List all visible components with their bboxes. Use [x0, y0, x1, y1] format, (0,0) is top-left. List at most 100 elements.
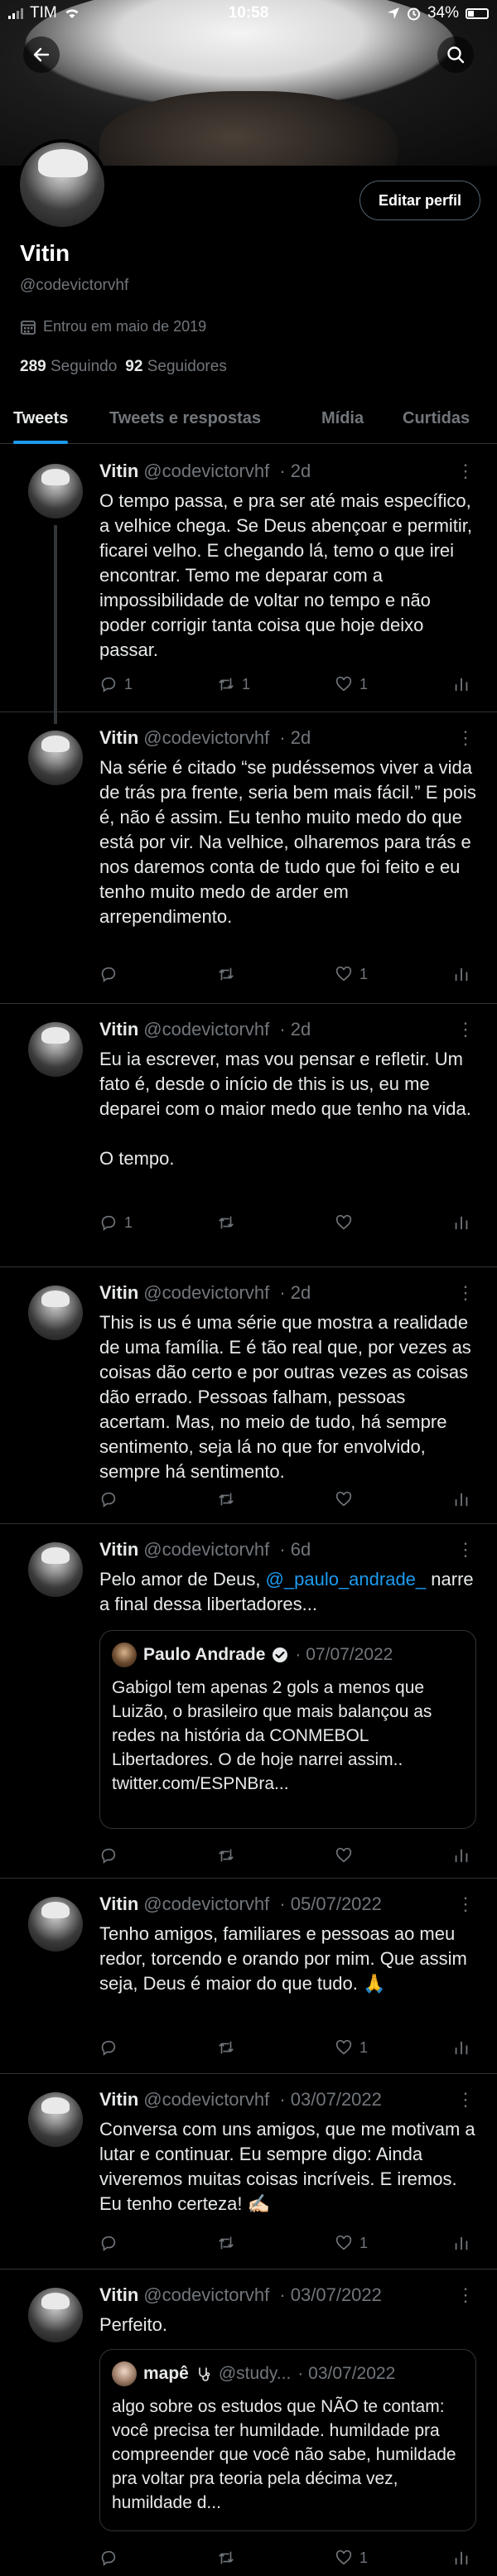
tweet-avatar[interactable] — [28, 1286, 83, 1340]
tweet[interactable]: Vitin @codevictorvhf · 05/07/2022 ⋮ Tenho… — [0, 1879, 497, 2074]
tweet[interactable]: Vitin @codevictorvhf · 2d ⋮ O tempo passa… — [0, 446, 497, 712]
analytics-button[interactable] — [452, 2038, 472, 2057]
retweet-button[interactable] — [217, 1846, 267, 1864]
search-button[interactable] — [437, 36, 474, 73]
more-options-icon[interactable]: ⋮ — [456, 1539, 475, 1561]
tweet-date[interactable]: · 2d — [279, 727, 311, 748]
reply-button[interactable] — [99, 2038, 149, 2057]
tweet-avatar[interactable] — [28, 1542, 83, 1597]
tab-tweets-e-respostas[interactable]: Tweets e respostas — [109, 393, 261, 444]
heart-icon — [335, 2039, 352, 2055]
tweet-date[interactable]: · 03/07/2022 — [279, 2284, 382, 2305]
edit-profile-button[interactable]: Editar perfil — [359, 181, 480, 220]
retweet-button[interactable] — [217, 1213, 267, 1232]
like-button[interactable] — [335, 1213, 384, 1232]
tweet-author-name[interactable]: Vitin — [99, 727, 138, 748]
analytics-button[interactable] — [452, 2234, 472, 2252]
tweet-date[interactable]: · 6d — [279, 1539, 311, 1560]
tweet[interactable]: Vitin @codevictorvhf · 03/07/2022 ⋮ Perfe… — [0, 2270, 497, 2576]
tweet[interactable]: Vitin @codevictorvhf · 6d ⋮ Pelo amor de … — [0, 1524, 497, 1879]
analytics-icon — [455, 1216, 468, 1230]
tweet-avatar[interactable] — [28, 2288, 83, 2342]
tweet-text: O tempo passa, e pra ser até mais especí… — [99, 490, 478, 660]
reply-button[interactable]: 1 — [99, 675, 149, 693]
tweet[interactable]: Vitin @codevictorvhf · 2d ⋮ This is us é … — [0, 1267, 497, 1524]
more-options-icon[interactable]: ⋮ — [456, 461, 475, 482]
back-button[interactable] — [23, 36, 60, 73]
tweet-date[interactable]: · 2d — [279, 461, 311, 481]
retweet-button[interactable] — [217, 965, 267, 983]
more-options-icon[interactable]: ⋮ — [456, 727, 475, 749]
tweet[interactable]: Vitin @codevictorvhf · 03/07/2022 ⋮ Conve… — [0, 2074, 497, 2270]
like-button[interactable] — [335, 1846, 384, 1864]
tweet-author-name[interactable]: Vitin — [99, 1539, 138, 1560]
followers-count: 92 — [125, 358, 143, 375]
reply-button[interactable] — [99, 2549, 149, 2567]
reply-icon — [101, 2236, 116, 2251]
more-options-icon[interactable]: ⋮ — [456, 1019, 475, 1040]
tweet-author-name[interactable]: Vitin — [99, 1019, 138, 1040]
following-link[interactable]: 289 Seguindo — [20, 358, 117, 376]
reply-count: 1 — [124, 675, 133, 692]
retweet-button[interactable] — [217, 2038, 267, 2057]
retweet-button[interactable]: 1 — [217, 675, 267, 693]
quoted-avatar — [112, 1643, 137, 1667]
followers-link[interactable]: 92 Seguidores — [125, 358, 227, 376]
tweet-date[interactable]: · 03/07/2022 — [279, 2089, 382, 2110]
retweet-button[interactable] — [217, 1490, 267, 1508]
tweet-author-name[interactable]: Vitin — [99, 2089, 138, 2110]
analytics-button[interactable] — [452, 1846, 472, 1864]
like-button[interactable]: 1 — [335, 2234, 384, 2252]
tweet-avatar[interactable] — [28, 464, 83, 519]
analytics-button[interactable] — [452, 675, 472, 693]
calendar-icon — [21, 320, 36, 335]
analytics-button[interactable] — [452, 965, 472, 983]
tweet-author-name[interactable]: Vitin — [99, 2284, 138, 2305]
tab-tweets[interactable]: Tweets — [13, 393, 69, 444]
tweet-author-handle: @codevictorvhf — [143, 461, 270, 481]
more-options-icon[interactable]: ⋮ — [456, 1893, 475, 1915]
tweet-date[interactable]: · 05/07/2022 — [279, 1893, 382, 1914]
reply-button[interactable] — [99, 1490, 149, 1508]
analytics-button[interactable] — [452, 2549, 472, 2567]
tweet-date[interactable]: · 2d — [279, 1282, 311, 1303]
tweet-avatar[interactable] — [28, 2092, 83, 2147]
reply-button[interactable] — [99, 1846, 149, 1864]
quoted-tweet[interactable]: mapê @study... · 03/07/2022 algo sobre o… — [99, 2349, 476, 2531]
tweet-author-name[interactable]: Vitin — [99, 461, 138, 481]
mention-link[interactable]: @_paulo_andrade_ — [266, 1569, 427, 1589]
tweet[interactable]: Vitin @codevictorvhf · 2d ⋮ Na série é ci… — [0, 712, 497, 1004]
reply-button[interactable] — [99, 965, 149, 983]
retweet-button[interactable] — [217, 2234, 267, 2252]
location-icon — [387, 7, 399, 19]
more-options-icon[interactable]: ⋮ — [456, 2089, 475, 2110]
tweet-avatar[interactable] — [28, 1022, 83, 1077]
reply-icon — [101, 967, 116, 982]
retweet-count: 1 — [242, 675, 251, 692]
like-button[interactable]: 1 — [335, 965, 384, 983]
tweet-author-name[interactable]: Vitin — [99, 1893, 138, 1914]
more-options-icon[interactable]: ⋮ — [456, 1282, 475, 1304]
reply-count: 1 — [124, 1213, 133, 1231]
like-button[interactable]: 1 — [335, 2549, 384, 2567]
tab-curtidas[interactable]: Curtidas — [403, 393, 470, 444]
tweet[interactable]: Vitin @codevictorvhf · 2d ⋮ Eu ia escreve… — [0, 1004, 497, 1267]
tweet-avatar[interactable] — [28, 731, 83, 785]
profile-avatar[interactable] — [17, 139, 108, 230]
tweet-actions — [99, 1844, 472, 1867]
like-button[interactable] — [335, 1490, 384, 1508]
quoted-text: algo sobre os estudos que NÃO te contam:… — [112, 2397, 461, 2512]
reply-button[interactable]: 1 — [99, 1213, 149, 1232]
tweet-date[interactable]: · 2d — [279, 1019, 311, 1040]
reply-button[interactable] — [99, 2234, 149, 2252]
tab-midia[interactable]: Mídia — [321, 393, 364, 444]
like-button[interactable]: 1 — [335, 2038, 384, 2057]
retweet-button[interactable] — [217, 2549, 267, 2567]
analytics-button[interactable] — [452, 1490, 472, 1508]
quoted-tweet[interactable]: Paulo Andrade · 07/07/2022 Gabigol tem a… — [99, 1630, 476, 1829]
more-options-icon[interactable]: ⋮ — [456, 2284, 475, 2306]
like-button[interactable]: 1 — [335, 675, 384, 693]
tweet-author-name[interactable]: Vitin — [99, 1282, 138, 1303]
analytics-button[interactable] — [452, 1213, 472, 1232]
tweet-avatar[interactable] — [28, 1897, 83, 1951]
